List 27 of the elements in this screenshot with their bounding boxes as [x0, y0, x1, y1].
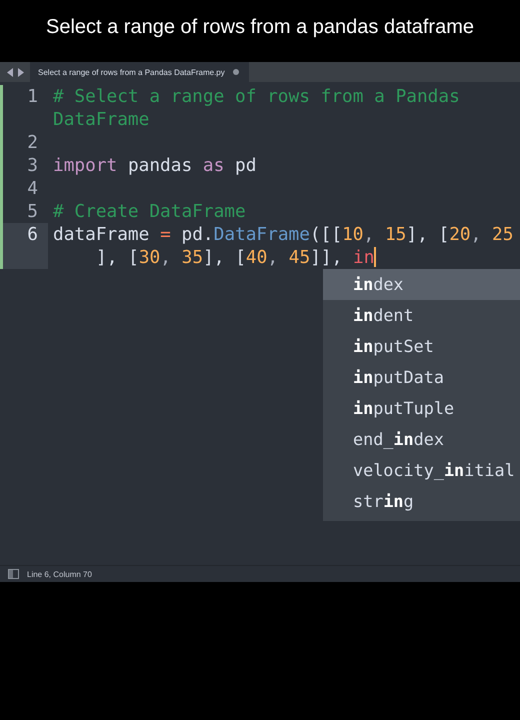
completion-item[interactable]: indent: [323, 300, 520, 331]
code-line: # Select a range of rows from a Pandas: [53, 85, 460, 108]
completion-item[interactable]: inputData: [323, 362, 520, 393]
file-tab[interactable]: Select a range of rows from a Pandas DataFrame.py: [30, 62, 249, 82]
line-number: 4: [27, 177, 38, 200]
code-line: dataFrame = pd.DataFrame([[10, 15], [20, 25: [53, 223, 514, 246]
code-line: import pandas as pd: [53, 154, 256, 177]
completion-item[interactable]: inputTuple: [323, 393, 520, 424]
line-number: 2: [27, 131, 38, 154]
completion-item[interactable]: velocity_initial: [323, 455, 520, 486]
code-line: # Create DataFrame: [53, 200, 246, 223]
line-number: 1: [27, 85, 38, 108]
tab-title: Select a range of rows from a Pandas DataFrame.py: [38, 68, 225, 76]
completion-item[interactable]: index: [323, 269, 520, 300]
cursor-position: Line 6, Column 70: [27, 570, 92, 578]
video-title: Select a range of rows from a pandas dataframe: [46, 16, 474, 39]
sidebar-toggle-icon[interactable]: [8, 569, 19, 579]
line-number: 6: [27, 223, 38, 246]
line-number: 3: [27, 154, 38, 177]
code-line: ], [30, 35], [40, 45]], in: [95, 246, 378, 269]
back-icon[interactable]: [6, 68, 14, 76]
line-number: 5: [27, 200, 38, 223]
completion-item[interactable]: inputSet: [323, 331, 520, 362]
code-line: DataFrame: [53, 108, 150, 131]
forward-icon[interactable]: [16, 68, 24, 76]
completion-item[interactable]: string: [323, 486, 520, 517]
completion-item[interactable]: end_index: [323, 424, 520, 455]
